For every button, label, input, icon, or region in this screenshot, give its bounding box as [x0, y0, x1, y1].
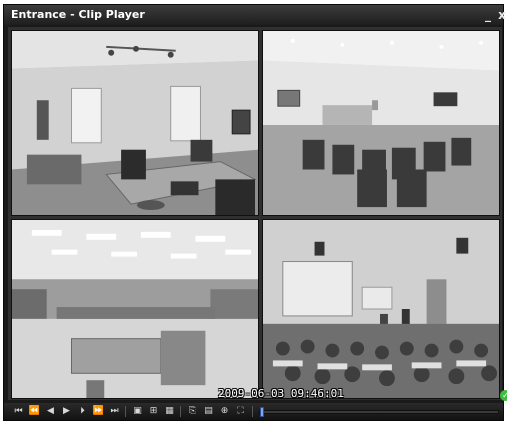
go-to-end-button[interactable]: ⏭ — [108, 405, 121, 418]
camera-4-auditorium[interactable] — [262, 219, 500, 399]
camera-3-store[interactable] — [11, 219, 259, 399]
export-button[interactable]: ⎘ — [186, 405, 199, 418]
camera-1-office[interactable] — [11, 30, 259, 216]
multi-view-button[interactable]: ▦ — [163, 405, 176, 418]
fast-rewind-button[interactable]: ⏪ — [28, 405, 41, 418]
close-icon[interactable]: x — [495, 7, 507, 23]
single-view-button[interactable]: ▣ — [131, 405, 144, 418]
save-button[interactable]: ▤ — [202, 405, 215, 418]
seek-thumb[interactable] — [260, 407, 265, 417]
step-forward-button[interactable]: ⏵ — [76, 405, 89, 418]
fast-forward-button[interactable]: ⏩ — [92, 405, 105, 418]
camera-grid: 2009-06-03 09:46:01 — [8, 27, 502, 400]
timestamp-overlay: 2009-06-03 09:46:01 — [218, 387, 344, 400]
check-icon: ✓ — [500, 390, 507, 401]
toolbar-divider — [125, 406, 126, 417]
camera-2-classroom[interactable] — [262, 30, 500, 216]
clip-player-window: Entrance - Clip Player _ x 2009-06-03 09… — [3, 4, 507, 421]
quad-view-button[interactable]: ⊞ — [147, 405, 160, 418]
zoom-button[interactable]: ⊕ — [218, 405, 231, 418]
playback-toolbar: ⏮ ⏪ ◀ ▶ ⏵ ⏩ ⏭ ▣ ⊞ ▦ ⎘ ▤ ⊕ ⛶ — [4, 403, 503, 420]
play-button[interactable]: ▶ — [60, 405, 73, 418]
title-bar[interactable]: Entrance - Clip Player _ x — [4, 5, 506, 25]
step-back-button[interactable]: ◀ — [44, 405, 57, 418]
go-to-start-button[interactable]: ⏮ — [12, 405, 25, 418]
seek-bar[interactable] — [259, 407, 499, 417]
toolbar-divider — [252, 406, 253, 417]
window-title: Entrance - Clip Player — [11, 8, 145, 21]
minimize-icon[interactable]: _ — [481, 7, 495, 23]
fullscreen-button[interactable]: ⛶ — [234, 405, 247, 418]
toolbar-divider — [180, 406, 181, 417]
